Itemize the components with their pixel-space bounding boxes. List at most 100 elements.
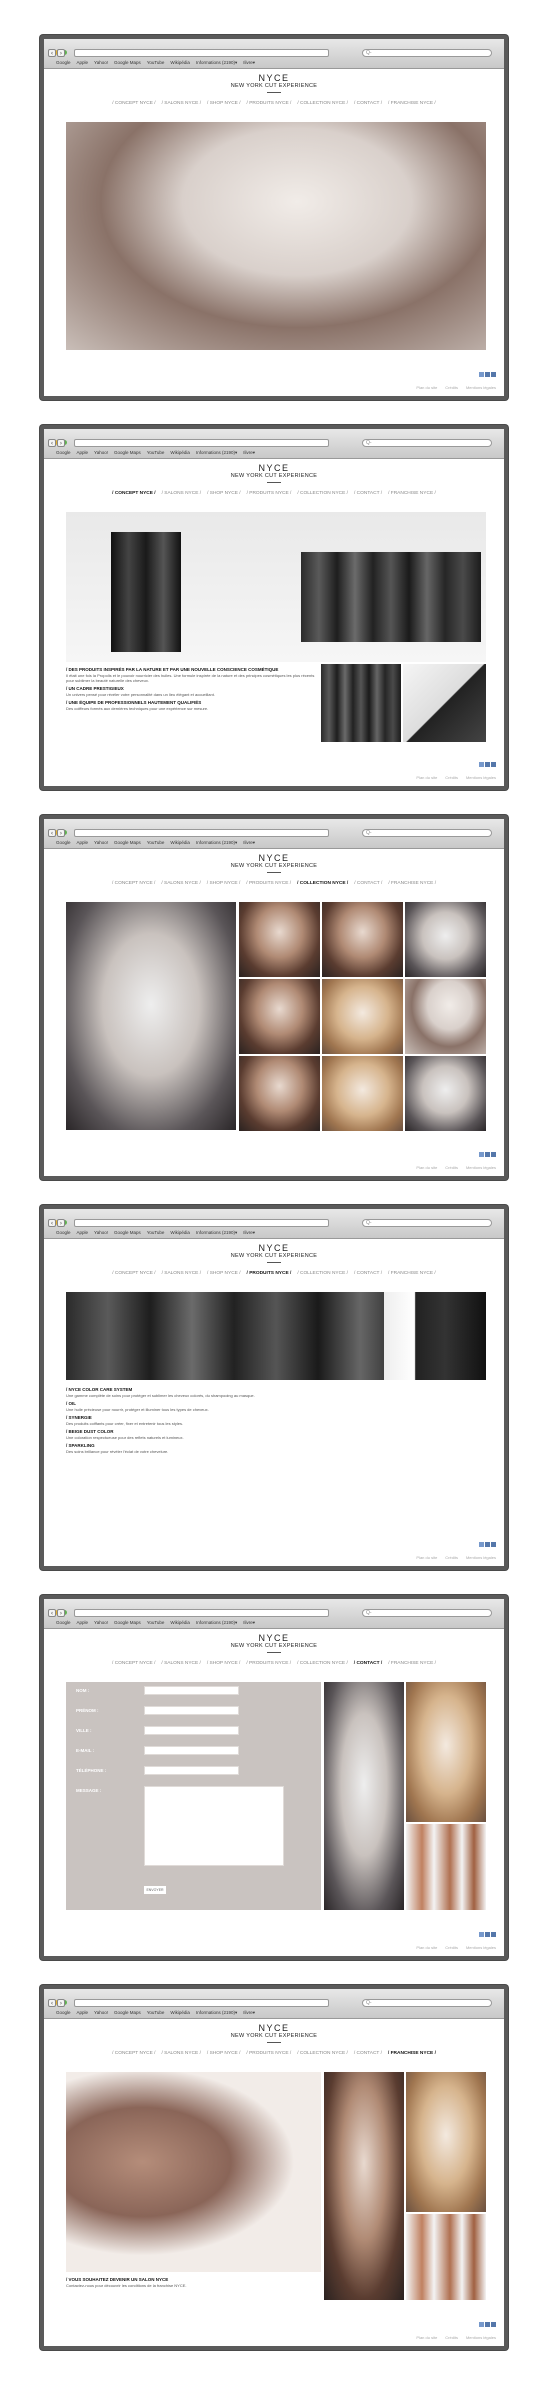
address-bar[interactable] [74, 1609, 329, 1617]
twitter-icon[interactable] [479, 1152, 484, 1157]
share-icon[interactable] [491, 1152, 496, 1157]
footer-link[interactable]: Crédits [445, 1165, 458, 1170]
menu-item[interactable]: / SALONS NYCE / [161, 2051, 200, 2056]
bookmark-item[interactable]: Apple [77, 1230, 89, 1235]
menu-item[interactable]: / SHOP NYCE / [207, 1271, 241, 1276]
bookmark-item[interactable]: YouTube [147, 450, 165, 455]
bookmark-item[interactable]: Google [56, 2010, 71, 2015]
menu-item[interactable]: / SALONS NYCE / [161, 1661, 200, 1666]
facebook-icon[interactable] [485, 1152, 490, 1157]
menu-item[interactable]: / PRODUITS NYCE / [247, 101, 292, 106]
bookmark-item[interactable]: Yahoo! [94, 1230, 108, 1235]
menu-item[interactable]: / SALONS NYCE / [162, 1271, 201, 1276]
bookmark-item[interactable]: Google Maps [114, 450, 141, 455]
forward-icon[interactable]: › [57, 439, 65, 447]
bookmark-item[interactable]: Yahoo! [94, 450, 108, 455]
bookmark-item[interactable]: Ilivre▾ [243, 1230, 255, 1235]
menu-item[interactable]: / CONTACT / [354, 491, 382, 496]
site-logo[interactable]: NYCE [44, 73, 504, 83]
form-input[interactable] [144, 1686, 239, 1695]
menu-item[interactable]: / SHOP NYCE / [207, 2051, 241, 2056]
bookmark-item[interactable]: Wikipédia [170, 840, 190, 845]
footer-link[interactable]: Plan du site [416, 385, 437, 390]
bookmark-item[interactable]: Yahoo! [94, 2010, 108, 2015]
site-logo[interactable]: NYCE [44, 1633, 504, 1643]
search-field[interactable]: Q- [362, 439, 492, 447]
footer-link[interactable]: Crédits [445, 2335, 458, 2340]
search-field[interactable]: Q- [362, 49, 492, 57]
menu-item[interactable]: / CONTACT / [354, 101, 382, 106]
footer-link[interactable]: Mentions légales [466, 1945, 496, 1950]
menu-item[interactable]: / CONTACT / [354, 1271, 382, 1276]
facebook-icon[interactable] [485, 2322, 490, 2327]
bookmark-item[interactable]: Google Maps [114, 1620, 141, 1625]
address-bar[interactable] [74, 439, 329, 447]
bookmark-item[interactable]: Yahoo! [94, 840, 108, 845]
footer-link[interactable]: Plan du site [416, 775, 437, 780]
bookmark-item[interactable]: Informations (2190)▾ [196, 450, 237, 455]
footer-link[interactable]: Plan du site [416, 1945, 437, 1950]
forward-icon[interactable]: › [57, 829, 65, 837]
back-icon[interactable]: ‹ [48, 829, 56, 837]
menu-item[interactable]: / SHOP NYCE / [207, 1661, 241, 1666]
menu-item[interactable]: / SALONS NYCE / [162, 491, 201, 496]
site-logo[interactable]: NYCE [44, 853, 504, 863]
address-bar[interactable] [74, 829, 329, 837]
menu-item[interactable]: / FRANCHISE NYCE / [388, 2051, 436, 2056]
menu-item[interactable]: / COLLECTION NYCE / [297, 1271, 348, 1276]
address-bar[interactable] [74, 49, 329, 57]
bookmark-item[interactable]: Google [56, 450, 71, 455]
menu-item[interactable]: / SHOP NYCE / [207, 491, 241, 496]
footer-link[interactable]: Mentions légales [466, 1555, 496, 1560]
bookmark-item[interactable]: Google [56, 1230, 71, 1235]
footer-link[interactable]: Plan du site [416, 2335, 437, 2340]
bookmark-item[interactable]: Yahoo! [94, 1620, 108, 1625]
form-input[interactable] [144, 1746, 239, 1755]
bookmark-item[interactable]: Google Maps [114, 1230, 141, 1235]
facebook-icon[interactable] [485, 1932, 490, 1937]
submit-button[interactable]: ENVOYER [144, 1886, 166, 1894]
site-logo[interactable]: NYCE [44, 1243, 504, 1253]
menu-item[interactable]: / CONCEPT NYCE / [112, 2051, 155, 2056]
menu-item[interactable]: / FRANCHISE NYCE / [388, 1661, 436, 1666]
menu-item[interactable]: / COLLECTION NYCE / [297, 101, 348, 106]
bookmark-item[interactable]: Google Maps [114, 60, 141, 65]
address-bar[interactable] [74, 1219, 329, 1227]
bookmark-item[interactable]: Google Maps [114, 2010, 141, 2015]
share-icon[interactable] [491, 1932, 496, 1937]
menu-item[interactable]: / PRODUITS NYCE / [246, 881, 291, 886]
footer-link[interactable]: Mentions légales [466, 2335, 496, 2340]
menu-item[interactable]: / FRANCHISE NYCE / [388, 491, 436, 496]
menu-item[interactable]: / CONCEPT NYCE / [112, 1271, 155, 1276]
form-input[interactable] [144, 1706, 239, 1715]
message-textarea[interactable] [144, 1786, 284, 1866]
menu-item[interactable]: / CONCEPT NYCE / [112, 491, 155, 496]
share-icon[interactable] [491, 2322, 496, 2327]
menu-item[interactable]: / COLLECTION NYCE / [297, 491, 348, 496]
bookmark-item[interactable]: Wikipédia [170, 2010, 190, 2015]
menu-item[interactable]: / CONTACT / [354, 1661, 382, 1666]
menu-item[interactable]: / SHOP NYCE / [207, 101, 241, 106]
menu-item[interactable]: / SHOP NYCE / [207, 881, 241, 886]
bookmark-item[interactable]: YouTube [147, 1230, 165, 1235]
menu-item[interactable]: / FRANCHISE NYCE / [388, 1271, 436, 1276]
twitter-icon[interactable] [479, 1932, 484, 1937]
footer-link[interactable]: Plan du site [416, 1165, 437, 1170]
bookmark-item[interactable]: Wikipédia [170, 1230, 190, 1235]
menu-item[interactable]: / FRANCHISE NYCE / [388, 101, 436, 106]
bookmark-item[interactable]: Informations (2190)▾ [196, 60, 237, 65]
bookmark-item[interactable]: Google [56, 840, 71, 845]
forward-icon[interactable]: › [57, 1609, 65, 1617]
menu-item[interactable]: / SALONS NYCE / [162, 101, 201, 106]
menu-item[interactable]: / FRANCHISE NYCE / [388, 881, 436, 886]
bookmark-item[interactable]: Google [56, 60, 71, 65]
forward-icon[interactable]: › [57, 1219, 65, 1227]
back-icon[interactable]: ‹ [48, 1609, 56, 1617]
search-field[interactable]: Q- [362, 1219, 492, 1227]
footer-link[interactable]: Crédits [445, 775, 458, 780]
bookmark-item[interactable]: Apple [77, 60, 89, 65]
bookmark-item[interactable]: Wikipédia [170, 60, 190, 65]
menu-item[interactable]: / PRODUITS NYCE / [247, 1271, 292, 1276]
site-logo[interactable]: NYCE [44, 2023, 504, 2033]
bookmark-item[interactable]: Apple [77, 840, 89, 845]
